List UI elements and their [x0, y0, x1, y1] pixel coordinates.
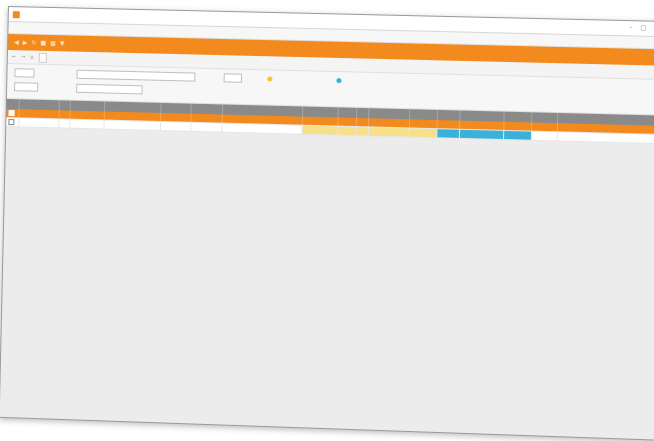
filter-field-5: [221, 73, 242, 83]
column-header[interactable]: [410, 109, 438, 120]
checkbox-icon[interactable]: [9, 110, 15, 116]
print-icon[interactable]: ▩: [50, 40, 56, 47]
filter-field-2: [11, 82, 38, 92]
back-icon[interactable]: ←: [12, 54, 16, 60]
checkbox-icon[interactable]: [8, 119, 14, 125]
app-icon: [13, 11, 20, 18]
column-header[interactable]: [437, 110, 460, 121]
toolbar-button[interactable]: [38, 52, 46, 62]
table-cell: [190, 122, 222, 132]
filter-field-4: [73, 84, 143, 95]
table-cell: [357, 118, 369, 127]
table-cell: [70, 119, 104, 129]
filter-field-2-input[interactable]: [14, 82, 38, 92]
refresh-icon[interactable]: ↻: [31, 39, 36, 46]
legend-yellow-icon: [267, 76, 272, 81]
legend-item-2: [336, 78, 344, 83]
table-cell-highlight-yellow: [409, 128, 437, 138]
table-cell-highlight-blue: [504, 130, 532, 140]
table-cell: [161, 121, 191, 131]
forward-icon[interactable]: →: [21, 54, 25, 60]
save-icon[interactable]: ■: [40, 39, 46, 46]
table-cell: [59, 110, 70, 119]
table-cell-highlight-yellow: [338, 126, 357, 136]
table-cell: [19, 118, 60, 128]
table-cell: [557, 132, 654, 144]
column-header[interactable]: [59, 100, 70, 110]
table-cell: [59, 119, 70, 128]
table-cell: [104, 120, 161, 131]
filter-field-3-input[interactable]: [76, 70, 195, 82]
row-checkbox[interactable]: [6, 109, 19, 118]
table-cell-highlight-blue: [460, 129, 504, 139]
filter-field-1-input[interactable]: [14, 68, 34, 77]
filter-icon[interactable]: ▼: [60, 40, 65, 47]
filter-field-5-input[interactable]: [224, 73, 242, 83]
table-cell-highlight-blue: [437, 129, 460, 139]
filter-field-4-input[interactable]: [76, 84, 143, 95]
column-header[interactable]: [7, 99, 20, 109]
legend-item-1: [267, 76, 275, 81]
column-header[interactable]: [339, 107, 358, 118]
table-cell-highlight-yellow: [368, 127, 410, 137]
filter-field-3: [73, 70, 195, 82]
column-header[interactable]: [357, 108, 369, 118]
table-cell: [222, 123, 302, 134]
arrow-left-icon[interactable]: ◀: [14, 39, 19, 46]
table-cell-highlight-yellow: [302, 125, 339, 135]
home-icon[interactable]: ⌂: [30, 54, 33, 60]
minimize-icon[interactable]: –: [626, 24, 636, 32]
table-cell: [531, 131, 557, 141]
application-window: – □ ✕ ◀ ▶ ↻ ■ ▩ ▼ ← → ⌂: [0, 6, 654, 441]
row-checkbox[interactable]: [6, 117, 19, 126]
column-header[interactable]: [532, 112, 558, 123]
arrow-right-icon[interactable]: ▶: [23, 39, 28, 46]
table-cell-highlight-yellow: [356, 127, 368, 136]
maximize-icon[interactable]: □: [639, 24, 649, 32]
legend-blue-icon: [336, 78, 341, 83]
column-header[interactable]: [504, 112, 532, 123]
filter-field-1: [11, 68, 34, 78]
